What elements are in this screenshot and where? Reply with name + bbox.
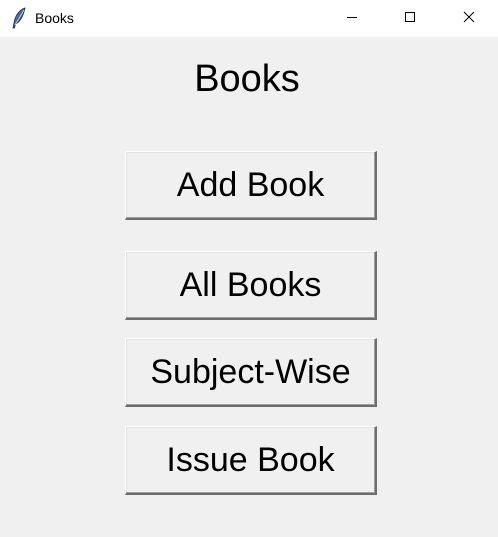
main-panel: Books Add Book All Books Subject-Wise Is… bbox=[0, 37, 498, 537]
issue-book-button[interactable]: Issue Book bbox=[125, 426, 377, 495]
close-icon bbox=[463, 10, 475, 28]
maximize-icon bbox=[404, 10, 416, 28]
close-button[interactable] bbox=[440, 0, 498, 37]
feather-icon bbox=[10, 7, 28, 29]
maximize-button[interactable] bbox=[381, 0, 439, 37]
title-bar[interactable]: Books bbox=[0, 0, 498, 37]
app-window: Books Books Add Book All Books Subject-W… bbox=[0, 0, 498, 537]
page-heading: Books bbox=[194, 58, 300, 100]
minimize-icon bbox=[346, 10, 358, 28]
add-book-button[interactable]: Add Book bbox=[125, 151, 377, 220]
window-title: Books bbox=[35, 10, 74, 26]
minimize-button[interactable] bbox=[323, 0, 381, 37]
subject-wise-button[interactable]: Subject-Wise bbox=[125, 338, 377, 407]
all-books-button[interactable]: All Books bbox=[125, 251, 377, 320]
